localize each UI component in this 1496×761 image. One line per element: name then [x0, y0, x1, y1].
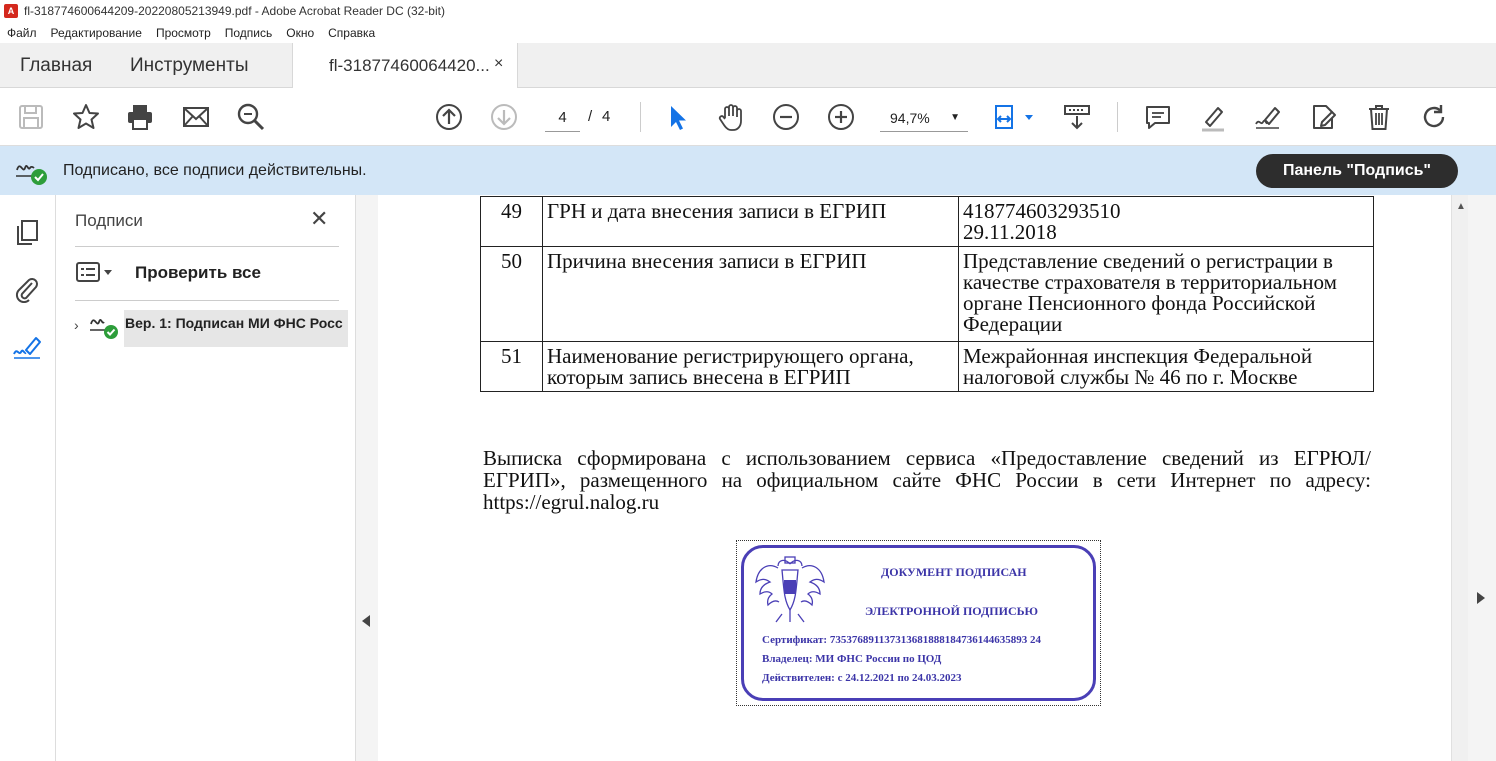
menu-view[interactable]: Просмотр: [156, 26, 211, 40]
next-page-icon[interactable]: [488, 101, 520, 133]
chevron-left-icon: [362, 615, 370, 627]
tab-tools[interactable]: Инструменты: [130, 55, 248, 77]
signature-status-message: Подписано, все подписи действительны.: [63, 162, 367, 179]
menu-help[interactable]: Справка: [328, 26, 375, 40]
stamp-title-line2: ЭЛЕКТРОННОЙ ПОДПИСЬЮ: [865, 604, 1039, 618]
edit-pdf-icon[interactable]: [1307, 101, 1339, 133]
hand-tool-icon[interactable]: [715, 101, 747, 133]
window-title: fl-318774600644209-20220805213949.pdf - …: [24, 4, 445, 18]
row-value: Межрайонная инспекция Федеральной налого…: [958, 341, 1374, 392]
navigation-rail: [0, 195, 56, 761]
attachments-paperclip-icon[interactable]: [12, 273, 42, 303]
divider: [1117, 102, 1118, 132]
table-row: 49 ГРН и дата внесения записи в ЕГРИП 41…: [480, 196, 1374, 247]
verify-all-button[interactable]: Проверить все: [135, 263, 261, 283]
tab-document[interactable]: fl-31877460064420... ×: [292, 43, 518, 89]
menu-window[interactable]: Окно: [286, 26, 314, 40]
menu-sign[interactable]: Подпись: [225, 26, 273, 40]
coat-of-arms-icon: [755, 556, 825, 623]
table-row: 50 Причина внесения записи в ЕГРИП Предс…: [480, 246, 1374, 342]
delete-trash-icon[interactable]: [1363, 101, 1395, 133]
zoom-level-select[interactable]: 94,7% ▼: [880, 106, 968, 132]
chevron-right-icon[interactable]: ›: [74, 317, 79, 333]
row-number: 49: [480, 196, 543, 247]
row-value: 418774603293510 29.11.2018: [958, 196, 1374, 247]
chevron-down-icon: ▼: [950, 112, 960, 123]
divider: [640, 102, 641, 132]
egrip-table: 49 ГРН и дата внесения записи в ЕГРИП 41…: [480, 196, 1374, 392]
signature-panel-button[interactable]: Панель "Подпись": [1256, 154, 1458, 188]
statement-paragraph: Выписка сформирована с использованием се…: [483, 446, 1371, 514]
electronic-signature-stamp: ДОКУМЕНТ ПОДПИСАН ЭЛЕКТРОННОЙ ПОДПИСЬЮ С…: [736, 540, 1101, 706]
fit-page-icon[interactable]: [992, 101, 1036, 133]
menu-edit[interactable]: Редактирование: [51, 26, 142, 40]
sign-pen-icon[interactable]: [1252, 101, 1284, 133]
page-separator: /: [588, 108, 593, 125]
signature-valid-icon: [16, 164, 47, 185]
document-viewer: 49 ГРН и дата внесения записи в ЕГРИП 41…: [378, 195, 1451, 761]
stamp-certificate: Сертификат: 7353768911373136818881847361…: [762, 634, 1041, 646]
stamp-frame: ДОКУМЕНТ ПОДПИСАН ЭЛЕКТРОННОЙ ПОДПИСЬЮ С…: [741, 545, 1096, 701]
email-icon[interactable]: [180, 101, 212, 133]
stamp-title-line1: ДОКУМЕНТ ПОДПИСАН: [881, 565, 1027, 579]
print-icon[interactable]: [124, 101, 156, 133]
collapse-panel-handle[interactable]: [356, 195, 378, 761]
row-field: ГРН и дата внесения записи в ЕГРИП: [542, 196, 959, 247]
divider: [75, 300, 339, 301]
page-total: 4: [602, 108, 611, 125]
row-number: 51: [480, 341, 543, 392]
row-number: 50: [480, 246, 543, 342]
signatures-panel-title: Подписи: [75, 211, 143, 230]
options-menu-icon[interactable]: [75, 261, 115, 285]
menu-bar: Файл Редактирование Просмотр Подпись Окн…: [0, 22, 1496, 43]
scroll-up-icon[interactable]: ▲: [1456, 201, 1466, 212]
search-icon[interactable]: [235, 101, 267, 133]
tab-document-label: fl-31877460064420...: [329, 56, 490, 75]
prev-page-icon[interactable]: [433, 101, 465, 133]
comment-icon[interactable]: [1142, 101, 1174, 133]
title-bar: A fl-318774600644209-20220805213949.pdf …: [0, 0, 1496, 22]
zoom-value: 94,7%: [890, 110, 930, 126]
chevron-right-icon: [1477, 592, 1485, 604]
row-value: Представление сведений о регистрации в к…: [958, 246, 1374, 342]
stamp-owner: Владелец: МИ ФНС России по ЦОД: [762, 653, 942, 665]
scroll-mode-icon[interactable]: [1061, 101, 1093, 133]
select-cursor-icon[interactable]: [661, 101, 693, 133]
pages-thumbnails-icon[interactable]: [12, 217, 42, 247]
signature-status-bar: Подписано, все подписи действительны. Па…: [0, 146, 1496, 195]
row-field: Наименование регистрирующего органа, кот…: [542, 341, 959, 392]
page-number-input[interactable]: 4: [545, 106, 580, 132]
highlight-pen-icon[interactable]: [1197, 101, 1229, 133]
save-icon[interactable]: [15, 101, 47, 133]
rotate-icon[interactable]: [1418, 101, 1450, 133]
row-field: Причина внесения записи в ЕГРИП: [542, 246, 959, 342]
signatures-panel-icon[interactable]: [12, 332, 42, 362]
close-icon[interactable]: ✕: [310, 206, 328, 232]
right-panel-handle[interactable]: ▲: [1451, 195, 1496, 761]
bookmark-star-icon[interactable]: [70, 101, 102, 133]
signature-valid-icon: [90, 318, 118, 339]
acrobat-icon: A: [4, 4, 18, 18]
close-tab-icon[interactable]: ×: [494, 55, 503, 73]
tab-bar: Главная Инструменты fl-31877460064420...…: [0, 43, 1496, 89]
menu-file[interactable]: Файл: [7, 26, 37, 40]
table-row: 51 Наименование регистрирующего органа, …: [480, 341, 1374, 392]
stamp-validity: Действителен: с 24.12.2021 по 24.03.2023: [762, 672, 962, 684]
signatures-panel: Подписи ✕ Проверить все › Вер. 1: Подпис…: [56, 195, 356, 761]
tab-home[interactable]: Главная: [20, 55, 92, 77]
signature-entry[interactable]: Вер. 1: Подписан МИ ФНС Росс: [124, 310, 348, 347]
vertical-scrollbar[interactable]: ▲: [1451, 195, 1468, 761]
divider: [75, 246, 339, 247]
zoom-out-icon[interactable]: [770, 101, 802, 133]
toolbar: 4 / 4 94,7% ▼: [0, 88, 1496, 146]
zoom-in-icon[interactable]: [825, 101, 857, 133]
